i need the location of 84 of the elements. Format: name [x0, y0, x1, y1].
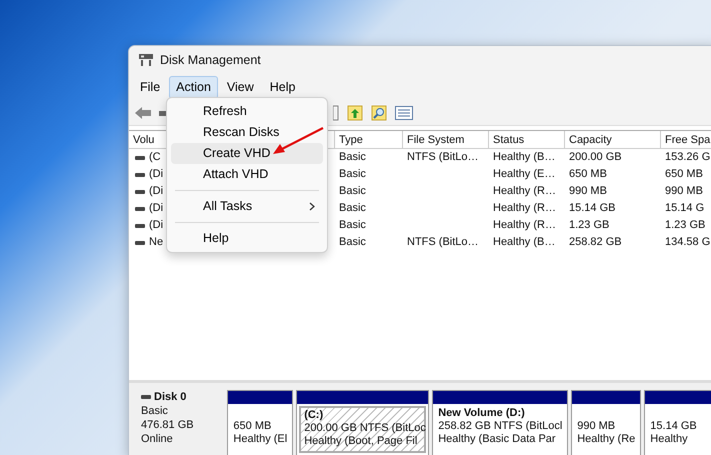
table-cell-text: Basic: [338, 218, 367, 233]
table-cell-text: (Di: [149, 201, 164, 216]
table-cell-text: 650 MB: [568, 167, 608, 182]
partition-size: 15.14 GB: [650, 420, 698, 433]
table-cell-text: 258.82 GB: [568, 235, 623, 250]
partition-status: Healthy (Re: [577, 433, 636, 446]
table-cell-text: NTFS (BitLo…: [406, 235, 480, 250]
partition-size: 990 MB: [577, 420, 616, 433]
menu-item[interactable]: View: [220, 76, 261, 98]
table-cell-text: Basic: [338, 150, 367, 165]
menu-item[interactable]: Attach VHD: [171, 164, 323, 185]
disk-status: Online: [141, 432, 174, 446]
table-cell-text: (Di: [149, 167, 164, 182]
table-cell-text: 15.14 GB: [568, 201, 616, 216]
partition-block[interactable]: 650 MB Healthy (El: [227, 390, 294, 455]
drive-icon: [135, 240, 145, 244]
partition-status: Healthy (El: [233, 433, 288, 446]
table-cell-text: Healthy (R…: [492, 201, 557, 216]
menu-item[interactable]: File: [133, 76, 168, 98]
partition-title: New Volume (D:): [438, 407, 526, 420]
partition-status: Healthy: [650, 433, 689, 446]
partition-title: (C:): [304, 409, 324, 422]
table-cell-text: Healthy (B…: [492, 235, 556, 250]
column-header[interactable]: File System: [403, 131, 489, 149]
table-cell-text: Basic: [338, 184, 367, 199]
partition-status: Healthy (Basic Data Par: [438, 433, 557, 446]
menu-item[interactable]: All Tasks: [171, 196, 323, 217]
partition-block[interactable]: 990 MB Healthy (Re: [571, 390, 642, 455]
drive-icon: [141, 395, 151, 399]
column-header[interactable]: Free Spa: [661, 131, 711, 149]
toolbar-icon[interactable]: [333, 104, 339, 120]
table-cell-text: NTFS (BitLo…: [406, 150, 480, 165]
table-cell-text: Basic: [338, 167, 367, 182]
column-header[interactable]: Status: [489, 131, 565, 149]
partition-header-bar: [228, 391, 292, 404]
table-cell-text: Basic: [338, 235, 367, 250]
table-cell-text: Healthy (B…: [492, 150, 556, 165]
table-cell-text: 990 MB: [568, 184, 608, 199]
partition-block[interactable]: New Volume (D:) 258.82 GB NTFS (BitLocl Healthy (Basic Data Par: [432, 390, 568, 455]
table-cell-text: (Di: [149, 184, 164, 200]
table-cell-text: 1.23 GB: [664, 218, 706, 233]
menu-item[interactable]: Help: [262, 76, 302, 98]
partition-status: Healthy (Boot, Page Fil: [304, 435, 418, 448]
drive-icon: [135, 206, 145, 210]
list-view-icon[interactable]: [395, 106, 413, 120]
chevron-right-icon: [309, 202, 315, 211]
table-cell-text: 650 MB: [664, 167, 704, 182]
disk-management-icon: [138, 53, 154, 67]
drive-icon: [135, 172, 145, 176]
column-header[interactable]: Type: [335, 131, 403, 149]
table-cell-text: 1.23 GB: [568, 218, 610, 233]
column-header[interactable]: Capacity: [565, 131, 661, 149]
table-cell-text: Healthy (R…: [492, 184, 557, 199]
table-cell-text: 15.14 G: [664, 201, 706, 216]
partition-header-bar: [645, 391, 711, 404]
folder-up-icon[interactable]: [347, 104, 363, 120]
partition-block[interactable]: (C:) 200.00 GB NTFS (BitLoc Healthy (Boot, Page Fil: [296, 390, 430, 455]
disk-type: Basic: [141, 404, 169, 418]
table-cell-text: Healthy (R…: [492, 218, 557, 233]
table-cell-text: 153.26 G: [664, 150, 711, 165]
table-cell-text: Ne: [149, 235, 164, 250]
table-cell-text: Healthy (E…: [492, 167, 556, 182]
drive-icon: [135, 190, 145, 194]
table-cell-text: (C: [149, 150, 161, 166]
menu-item[interactable]: Action: [169, 76, 218, 98]
table-cell-text: (Di: [149, 218, 164, 234]
folder-search-icon[interactable]: [371, 104, 387, 120]
partition-header-bar: [572, 391, 640, 404]
menu-item[interactable]: Help: [171, 228, 323, 249]
table-cell-text: Basic: [338, 201, 367, 216]
table-cell-text: 990 MB: [664, 184, 704, 199]
disk-name: Disk 0: [154, 390, 186, 404]
partition-size: 650 MB: [233, 420, 272, 433]
menu-item[interactable]: Rescan Disks: [171, 122, 323, 143]
window-title: Disk Management: [160, 52, 261, 69]
table-cell-text: 200.00 GB: [568, 150, 623, 165]
disk-size: 476.81 GB: [141, 418, 195, 432]
partition-size: 258.82 GB NTFS (BitLocl: [438, 420, 562, 433]
menu-item[interactable]: Create VHD: [171, 143, 323, 164]
table-cell-text: 134.58 G: [664, 235, 711, 250]
back-arrow-icon[interactable]: [135, 106, 151, 120]
drive-icon: [135, 224, 145, 228]
partition-block[interactable]: 15.14 GB Healthy: [644, 390, 711, 455]
drive-icon: [135, 156, 145, 160]
